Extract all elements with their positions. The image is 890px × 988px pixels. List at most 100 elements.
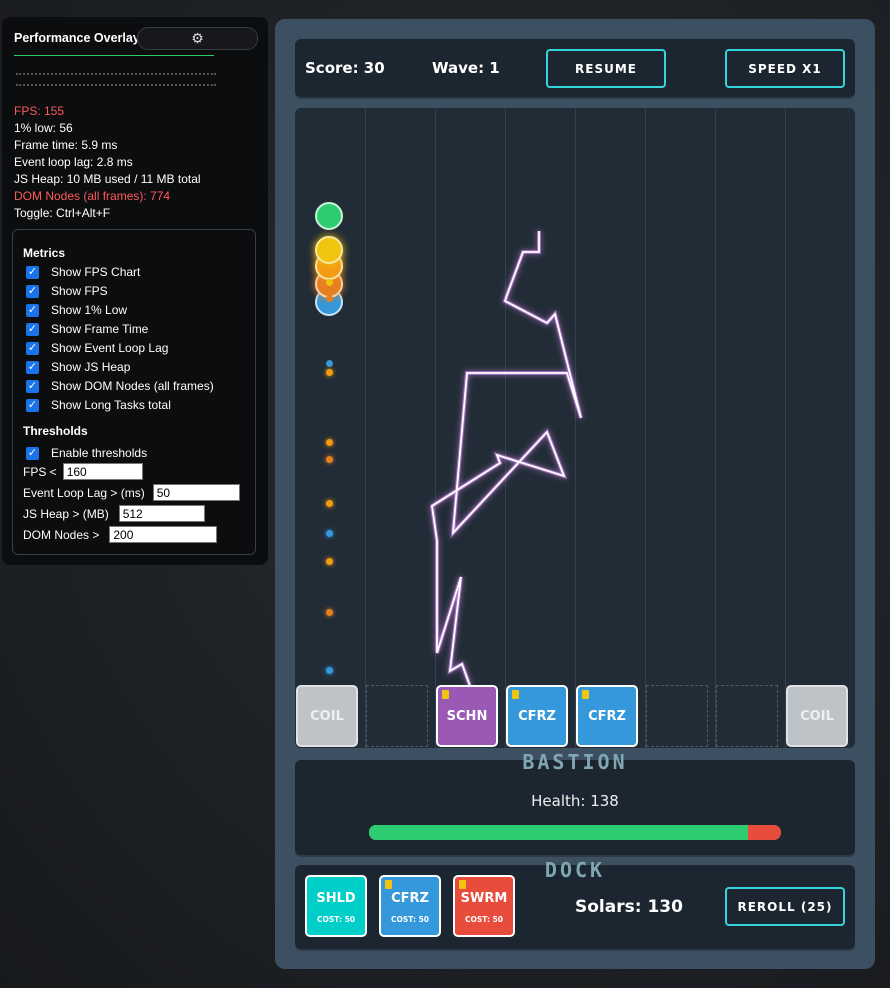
lag-threshold-input[interactable]: [152, 484, 240, 501]
empty-tower-slot[interactable]: [646, 685, 708, 747]
checkbox-checked-icon[interactable]: ✓: [26, 341, 39, 355]
overlay-settings-button[interactable]: ⚙: [137, 27, 258, 50]
projectile: [326, 279, 333, 286]
metric-checkbox[interactable]: ✓ Show Event Loop Lag: [26, 341, 168, 355]
dock-panel: DOCK SHLD COST: 50 CFRZ COST: 50 SWRM COST: 5…: [295, 858, 855, 949]
metric-label: Show FPS Chart: [51, 265, 141, 279]
resume-button[interactable]: RESUME: [546, 49, 666, 88]
heap-threshold-label: JS Heap > (MB): [23, 506, 109, 521]
empty-tower-slot[interactable]: [366, 685, 428, 747]
enemy-yellow: [315, 236, 343, 264]
score-label: Score: 30: [305, 59, 385, 77]
reroll-button[interactable]: REROLL (25): [725, 887, 845, 926]
bastion-title: BASTION: [522, 750, 628, 774]
health-label: Health: 138: [531, 792, 619, 810]
solars-label: Solars: 130: [575, 897, 683, 917]
game-board[interactable]: COIL SCHN CFRZ CFRZ COIL: [295, 108, 855, 748]
metric-label: Show Long Tasks total: [51, 398, 171, 412]
projectile: [326, 667, 333, 674]
fps-chart-gridline: [16, 84, 216, 86]
projectile: [326, 530, 333, 537]
lag-threshold-label: Event Loop Lag > (ms): [23, 485, 145, 500]
fps-threshold-input[interactable]: [62, 463, 143, 480]
fps-threshold-field: FPS <: [23, 463, 143, 480]
tower-slot[interactable]: CFRZ: [506, 685, 568, 747]
metric-checkbox[interactable]: ✓ Show FPS Chart: [26, 265, 140, 279]
projectile: [326, 439, 333, 446]
metric-label: Show FPS: [51, 284, 108, 298]
dock-card[interactable]: SWRM COST: 50: [453, 875, 515, 937]
empty-tower-slot[interactable]: [716, 685, 778, 747]
overlay-settings-panel: Metrics ✓ Show FPS Chart ✓ Show FPS ✓ Show 1%…: [12, 229, 256, 555]
overlay-title: Performance Overlay: [14, 31, 140, 45]
low-readout: 1% low: 56: [14, 121, 73, 135]
metric-label: Show JS Heap: [51, 360, 131, 374]
metric-checkbox[interactable]: ✓ Show Frame Time: [26, 322, 148, 336]
projectile: [326, 609, 333, 616]
fps-threshold-label: FPS <: [23, 464, 57, 479]
metric-checkbox[interactable]: ✓ Show JS Heap: [26, 360, 130, 374]
fps-chart-line: [14, 55, 214, 56]
dock-card-cost: COST: 50: [390, 915, 430, 924]
checkbox-checked-icon[interactable]: ✓: [26, 265, 39, 279]
heap-readout: JS Heap: 10 MB used / 11 MB total: [14, 172, 201, 186]
top-bar: Score: 30 Wave: 1 RESUME SPEED X1: [295, 39, 855, 97]
metric-label: Show 1% Low: [51, 303, 128, 317]
checkbox-checked-icon[interactable]: ✓: [26, 322, 39, 336]
enemy-green: [315, 202, 343, 230]
upgrade-tag-icon: [442, 690, 449, 699]
tower-slot[interactable]: CFRZ: [576, 685, 638, 747]
thresholds-heading: Thresholds: [23, 424, 88, 438]
tower-label: SCHN: [446, 708, 488, 724]
metric-checkbox[interactable]: ✓ Show DOM Nodes (all frames): [26, 379, 214, 393]
game-container: Score: 30 Wave: 1 RESUME SPEED X1 COIL S…: [275, 19, 875, 969]
tower-slot[interactable]: SCHN: [436, 685, 498, 747]
projectile: [326, 360, 333, 367]
checkbox-checked-icon[interactable]: ✓: [26, 360, 39, 374]
toggle-hint: Toggle: Ctrl+Alt+F: [14, 206, 111, 220]
checkbox-checked-icon[interactable]: ✓: [26, 379, 39, 393]
checkbox-label: Enable thresholds: [51, 446, 148, 460]
tower-label: COIL: [800, 708, 834, 724]
heap-threshold-input[interactable]: [118, 505, 205, 522]
dock-card-cost: COST: 50: [464, 915, 504, 924]
tower-slot[interactable]: COIL: [296, 685, 358, 747]
enable-thresholds-checkbox[interactable]: ✓ Enable thresholds: [26, 446, 147, 460]
projectile: [326, 456, 333, 463]
checkbox-checked-icon[interactable]: ✓: [26, 284, 39, 298]
frame-time-readout: Frame time: 5.9 ms: [14, 138, 118, 152]
speed-button[interactable]: SPEED X1: [725, 49, 845, 88]
metrics-heading: Metrics: [23, 246, 66, 260]
tower-slot[interactable]: COIL: [786, 685, 848, 747]
performance-overlay: Performance Overlay ⚙ FPS: 155 1% low: 5…: [2, 17, 268, 565]
upgrade-tag-icon: [512, 690, 519, 699]
projectile: [326, 558, 333, 565]
checkbox-checked-icon[interactable]: ✓: [26, 398, 39, 412]
health-bar-fill: [369, 825, 749, 840]
gear-icon: ⚙: [191, 30, 204, 46]
metric-label: Show Frame Time: [51, 322, 149, 336]
dom-threshold-field: DOM Nodes >: [23, 526, 218, 543]
health-bar: [369, 825, 781, 840]
event-lag-readout: Event loop lag: 2.8 ms: [14, 155, 133, 169]
checkbox-checked-icon[interactable]: ✓: [26, 303, 39, 317]
upgrade-tag-icon: [385, 880, 392, 889]
dock-card-label: SHLD: [316, 891, 356, 906]
metric-checkbox[interactable]: ✓ Show FPS: [26, 284, 108, 298]
tower-label: CFRZ: [588, 708, 626, 724]
fps-readout: FPS: 155: [14, 104, 65, 118]
heap-threshold-field: JS Heap > (MB): [23, 505, 205, 522]
metric-checkbox[interactable]: ✓ Show 1% Low: [26, 303, 127, 317]
dock-card[interactable]: SHLD COST: 50: [305, 875, 367, 937]
dom-threshold-input[interactable]: [109, 526, 218, 543]
upgrade-tag-icon: [459, 880, 466, 889]
upgrade-tag-icon: [582, 690, 589, 699]
metric-label: Show Event Loop Lag: [51, 341, 169, 355]
metric-checkbox[interactable]: ✓ Show Long Tasks total: [26, 398, 171, 412]
projectile: [326, 369, 333, 376]
dom-nodes-readout: DOM Nodes (all frames): 774: [14, 189, 171, 203]
dom-threshold-label: DOM Nodes >: [23, 527, 100, 542]
bastion-panel: BASTION Health: 138: [295, 750, 855, 855]
dock-card[interactable]: CFRZ COST: 50: [379, 875, 441, 937]
checkbox-checked-icon[interactable]: ✓: [26, 446, 39, 460]
